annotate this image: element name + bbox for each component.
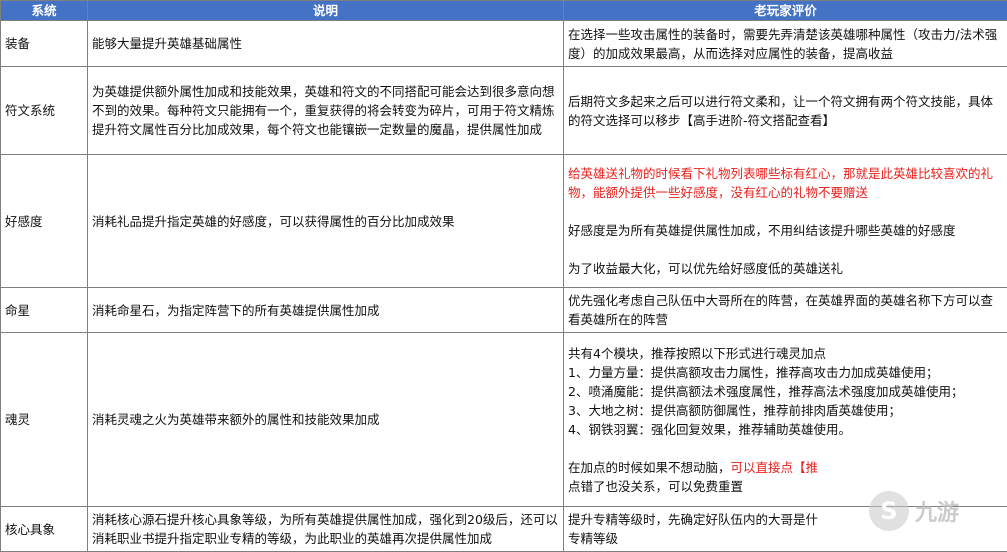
review-text: 为了收益最大化，可以优先给好感度低的英雄送礼 (568, 261, 844, 276)
system-cell: 装备 (0, 20, 88, 67)
table-row-fate-star: 命星 消耗命星石，为指定阵营下的所有英雄提供属性加成 优先强化考虑自己队伍中大哥… (0, 287, 1007, 333)
system-cell: 好感度 (0, 154, 88, 288)
description-cell: 能够大量提升英雄基础属性 (87, 20, 564, 67)
review-text: 优先强化考虑自己队伍中大哥所在的阵营，在英雄界面的英雄名称下方可以查看英雄所在的… (568, 293, 994, 327)
review-cell: 优先强化考虑自己队伍中大哥所在的阵营，在英雄界面的英雄名称下方可以查看英雄所在的… (563, 287, 1007, 333)
review-text: 后期符文多起来之后可以进行符文柔和，让一个符文拥有两个符文技能，具体的符文选择可… (568, 93, 994, 128)
table-row-equipment: 装备 能够大量提升英雄基础属性 在选择一些攻击属性的装备时，需要先弄清楚该英雄哪… (0, 20, 1007, 67)
review-text: 3、大地之树：提供高额防御属性，推荐前排肉盾英雄使用； (568, 402, 901, 418)
header-system: 系统 (0, 0, 88, 21)
system-cell: 符文系统 (0, 66, 88, 155)
review-text: 4、钢铁羽翼：强化回复效果，推荐辅助英雄使用。 (568, 421, 851, 437)
table-row-soul: 魂灵 消耗灵魂之火为英雄带来额外的属性和技能效果加成 共有4个模块，推荐按照以下… (0, 332, 1007, 507)
review-cell: 共有4个模块，推荐按照以下形式进行魂灵加点 1、力量方量：提供高额攻击力属性，推… (563, 332, 1007, 507)
review-text-highlight: 给英雄送礼物的时候看下礼物列表哪些标有红心，那就是此英雄比较喜欢的礼物，能额外提… (568, 166, 994, 200)
review-text: 好感度是为所有英雄提供属性加成，不用纠结该提升哪些英雄的好感度 (568, 223, 956, 238)
review-text: 提升专精等级时，先确定好队伍内的大哥是什 (568, 512, 819, 527)
review-text: 2、喷涌魔能：提供高额法术强度属性，推荐高法术强度加成英雄使用； (568, 383, 964, 399)
system-cell: 魂灵 (0, 332, 88, 507)
review-text: 在加点的时候如果不想动脑，可以直接点【推 (568, 458, 1003, 477)
description-cell: 消耗命星石，为指定阵营下的所有英雄提供属性加成 (87, 287, 564, 333)
review-text: 点错了也没关系，可以免费重置 (568, 478, 744, 494)
description-cell: 消耗核心源石提升核心具象等级，为所有英雄提供属性加成，强化到20级后，还可以消耗… (87, 506, 564, 552)
description-cell: 消耗灵魂之火为英雄带来额外的属性和技能效果加成 (87, 332, 564, 507)
description-cell: 为英雄提供额外属性加成和技能效果，英雄和符文的不同搭配可能会达到很多意向想不到的… (87, 66, 564, 155)
table-row-affinity: 好感度 消耗礼品提升指定英雄的好感度，可以获得属性的百分比加成效果 给英雄送礼物… (0, 154, 1007, 288)
review-text: 在选择一些攻击属性的装备时，需要先弄清楚该英雄哪种属性（攻击力/法术强度）的加成… (568, 26, 998, 61)
header-row: 系统 说明 老玩家评价 (0, 0, 1007, 21)
review-cell: 提升专精等级时，先确定好队伍内的大哥是什 专精等级 (563, 506, 1007, 552)
review-text-highlight: 可以直接点【推 (730, 459, 819, 475)
review-text-part: 在加点的时候如果不想动脑， (568, 459, 731, 475)
review-cell: 后期符文多起来之后可以进行符文柔和，让一个符文拥有两个符文技能，具体的符文选择可… (563, 66, 1007, 155)
review-text: 专精等级 (568, 531, 619, 546)
header-review: 老玩家评价 (563, 0, 1007, 21)
review-cell: 在选择一些攻击属性的装备时，需要先弄清楚该英雄哪种属性（攻击力/法术强度）的加成… (563, 20, 1007, 67)
table-row-core: 核心具象 消耗核心源石提升核心具象等级，为所有英雄提供属性加成，强化到20级后，… (0, 506, 1007, 552)
table-row-runes: 符文系统 为英雄提供额外属性加成和技能效果，英雄和符文的不同搭配可能会达到很多意… (0, 66, 1007, 155)
review-text: 1、力量方量：提供高额攻击力属性，推荐高攻击力加成英雄使用； (568, 364, 939, 380)
review-text: 共有4个模块，推荐按照以下形式进行魂灵加点 (568, 345, 826, 361)
system-cell: 命星 (0, 287, 88, 333)
review-cell: 给英雄送礼物的时候看下礼物列表哪些标有红心，那就是此英雄比较喜欢的礼物，能额外提… (563, 154, 1007, 288)
description-cell: 消耗礼品提升指定英雄的好感度，可以获得属性的百分比加成效果 (87, 154, 564, 288)
system-cell: 核心具象 (0, 506, 88, 552)
header-description: 说明 (87, 0, 564, 21)
game-systems-table: 系统 说明 老玩家评价 装备 能够大量提升英雄基础属性 在选择一些攻击属性的装备… (0, 0, 1007, 552)
